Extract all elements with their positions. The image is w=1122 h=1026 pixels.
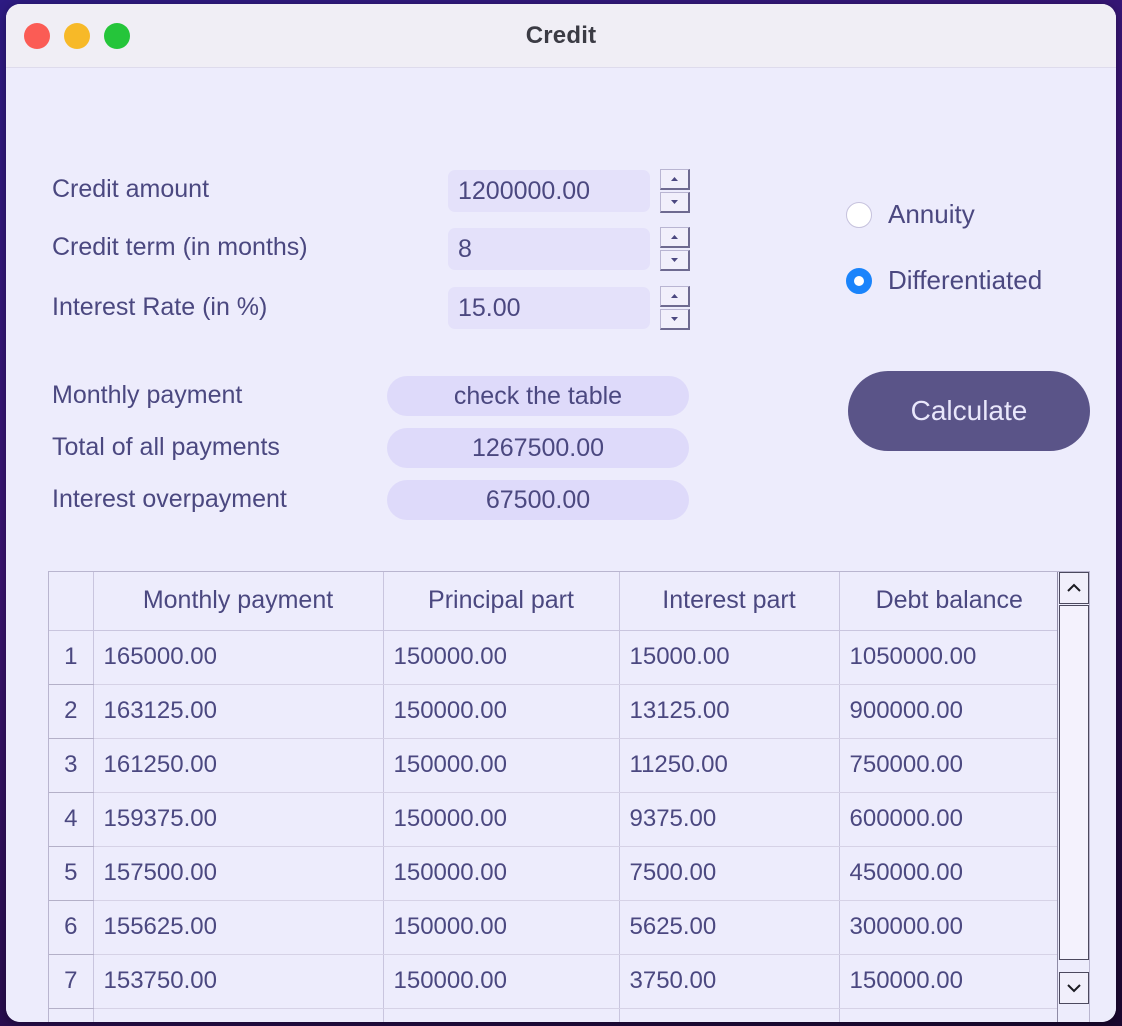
column-header-monthly-payment[interactable]: Monthly payment (93, 572, 384, 631)
maximize-window-button[interactable] (104, 22, 130, 49)
total-payments-label: Total of all payments (52, 433, 280, 461)
cell-monthly-payment[interactable] (93, 1008, 384, 1022)
column-header-debt-balance[interactable]: Debt balance (839, 572, 1059, 631)
row-number-header (49, 572, 94, 631)
title-bar: Credit (6, 4, 1116, 68)
row-number: 1 (49, 630, 94, 685)
column-header-principal-part[interactable]: Principal part (383, 572, 620, 631)
vertical-scrollbar[interactable] (1057, 572, 1089, 1022)
credit-term-stepper[interactable] (660, 227, 690, 271)
payment-type-annuity[interactable]: Annuity (846, 199, 975, 230)
credit-amount-stepper[interactable] (660, 169, 690, 213)
minimize-window-button[interactable] (64, 22, 90, 49)
credit-term-input[interactable]: 8 (448, 228, 650, 270)
cell-debt-balance[interactable]: 1050000.00 (839, 630, 1059, 685)
interest-overpayment-label: Interest overpayment (52, 485, 287, 513)
interest-rate-input[interactable]: 15.00 (448, 287, 650, 329)
credit-term-label: Credit term (in months) (52, 233, 308, 261)
interest-overpayment-value: 67500.00 (387, 480, 689, 520)
cell-debt-balance[interactable]: 600000.00 (839, 792, 1059, 847)
table-row[interactable]: 1 165000.00 150000.00 15000.00 1050000.0… (49, 630, 1059, 685)
table-row[interactable]: 3 161250.00 150000.00 11250.00 750000.00 (49, 738, 1059, 793)
monthly-payment-label: Monthly payment (52, 381, 243, 409)
cell-debt-balance[interactable]: 300000.00 (839, 900, 1059, 955)
cell-monthly-payment[interactable]: 161250.00 (93, 738, 384, 793)
window-controls (6, 22, 130, 49)
cell-principal-part[interactable]: 150000.00 (383, 630, 620, 685)
cell-interest-part[interactable]: 13125.00 (619, 684, 840, 739)
form-area: Credit amount Credit term (in months) In… (6, 68, 1116, 520)
table-row[interactable] (49, 1008, 1059, 1022)
cell-interest-part[interactable]: 3750.00 (619, 954, 840, 1009)
cell-interest-part[interactable] (619, 1008, 840, 1022)
cell-debt-balance[interactable]: 450000.00 (839, 846, 1059, 901)
cell-interest-part[interactable]: 15000.00 (619, 630, 840, 685)
annuity-radio-indicator[interactable] (846, 201, 872, 228)
scroll-up-icon[interactable] (1059, 572, 1089, 604)
interest-rate-stepper-down[interactable] (660, 309, 690, 330)
vertical-scrollbar-thumb[interactable] (1059, 605, 1089, 960)
row-number: 5 (49, 846, 94, 901)
cell-debt-balance[interactable]: 900000.00 (839, 684, 1059, 739)
table-row[interactable]: 5 157500.00 150000.00 7500.00 450000.00 (49, 846, 1059, 901)
cell-monthly-payment[interactable]: 157500.00 (93, 846, 384, 901)
cell-monthly-payment[interactable]: 163125.00 (93, 684, 384, 739)
interest-rate-stepper-up[interactable] (660, 286, 690, 307)
cell-debt-balance[interactable] (839, 1008, 1059, 1022)
cell-monthly-payment[interactable]: 165000.00 (93, 630, 384, 685)
payment-type-differentiated[interactable]: Differentiated (846, 265, 1042, 296)
monthly-payment-value: check the table (387, 376, 689, 416)
window-title: Credit (525, 21, 597, 49)
cell-monthly-payment[interactable]: 155625.00 (93, 900, 384, 955)
column-header-interest-part[interactable]: Interest part (619, 572, 840, 631)
cell-interest-part[interactable]: 7500.00 (619, 846, 840, 901)
interest-rate-label: Interest Rate (in %) (52, 293, 268, 321)
differentiated-radio-indicator[interactable] (846, 267, 872, 294)
close-window-button[interactable] (24, 22, 50, 49)
payment-schedule-table: Monthly payment Principal part Interest … (48, 571, 1090, 1022)
credit-amount-label: Credit amount (52, 175, 210, 203)
differentiated-label: Differentiated (888, 265, 1043, 295)
table-header-row: Monthly payment Principal part Interest … (49, 572, 1059, 631)
cell-principal-part[interactable]: 150000.00 (383, 792, 620, 847)
row-number: 2 (49, 684, 94, 739)
total-payments-value: 1267500.00 (387, 428, 689, 468)
cell-debt-balance[interactable]: 150000.00 (839, 954, 1059, 1009)
cell-monthly-payment[interactable]: 159375.00 (93, 792, 384, 847)
calculate-button[interactable]: Calculate (848, 371, 1090, 451)
app-window: Credit Credit amount Credit term (in mon… (6, 4, 1116, 1022)
window-content: Credit amount Credit term (in months) In… (6, 68, 1116, 1022)
cell-interest-part[interactable]: 11250.00 (619, 738, 840, 793)
row-number: 3 (49, 738, 94, 793)
schedule-grid: Monthly payment Principal part Interest … (49, 572, 1059, 1022)
row-number: 7 (49, 954, 94, 1009)
cell-principal-part[interactable] (383, 1008, 620, 1022)
cell-principal-part[interactable]: 150000.00 (383, 954, 620, 1009)
cell-interest-part[interactable]: 5625.00 (619, 900, 840, 955)
cell-interest-part[interactable]: 9375.00 (619, 792, 840, 847)
credit-term-stepper-up[interactable] (660, 227, 690, 248)
table-row[interactable]: 7 153750.00 150000.00 3750.00 150000.00 (49, 954, 1059, 1009)
annuity-label: Annuity (888, 199, 975, 229)
cell-debt-balance[interactable]: 750000.00 (839, 738, 1059, 793)
cell-principal-part[interactable]: 150000.00 (383, 846, 620, 901)
credit-term-stepper-down[interactable] (660, 250, 690, 271)
cell-principal-part[interactable]: 150000.00 (383, 900, 620, 955)
table-row[interactable]: 6 155625.00 150000.00 5625.00 300000.00 (49, 900, 1059, 955)
credit-amount-stepper-up[interactable] (660, 169, 690, 190)
cell-monthly-payment[interactable]: 153750.00 (93, 954, 384, 1009)
interest-rate-stepper[interactable] (660, 286, 690, 330)
row-number: 4 (49, 792, 94, 847)
table-viewport: Monthly payment Principal part Interest … (49, 572, 1059, 1022)
credit-amount-stepper-down[interactable] (660, 192, 690, 213)
cell-principal-part[interactable]: 150000.00 (383, 738, 620, 793)
table-row[interactable]: 2 163125.00 150000.00 13125.00 900000.00 (49, 684, 1059, 739)
scroll-down-icon[interactable] (1059, 972, 1089, 1004)
row-number: 6 (49, 900, 94, 955)
table-row[interactable]: 4 159375.00 150000.00 9375.00 600000.00 (49, 792, 1059, 847)
row-number (49, 1008, 94, 1022)
credit-amount-input[interactable]: 1200000.00 (448, 170, 650, 212)
cell-principal-part[interactable]: 150000.00 (383, 684, 620, 739)
